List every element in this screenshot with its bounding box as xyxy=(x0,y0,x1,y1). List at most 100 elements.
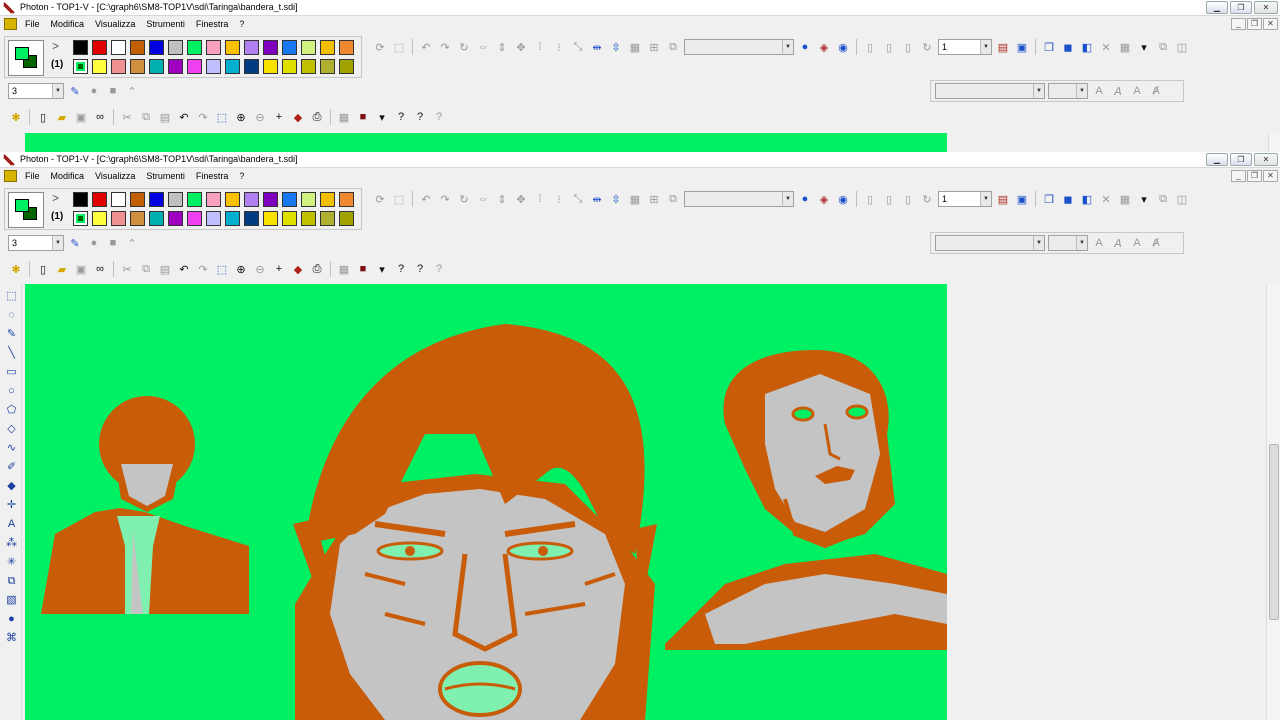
undo-arc-icon[interactable]: ↶ xyxy=(418,191,434,207)
stretch-h-icon[interactable]: ⇹ xyxy=(589,191,605,207)
color-swatch[interactable] xyxy=(168,192,183,207)
help-icon[interactable]: ? xyxy=(393,109,409,125)
menu-modifica[interactable]: Modifica xyxy=(51,19,85,29)
zoom-in-icon[interactable]: ⊕ xyxy=(233,109,249,125)
title-bar[interactable]: Photon - TOP1-V - [C:\graph6\SM8-TOP1V\s… xyxy=(0,152,1280,168)
color-swatch[interactable] xyxy=(263,192,278,207)
color-swatch[interactable] xyxy=(92,211,107,226)
doc-restore-button[interactable]: ❐ xyxy=(1247,18,1262,30)
line-width-select[interactable]: 3 ▼ xyxy=(8,235,64,251)
color-dropdown-icon[interactable]: ▾ xyxy=(374,261,390,277)
undo-icon[interactable]: ↶ xyxy=(176,109,192,125)
scrollbar-thumb[interactable] xyxy=(1269,444,1279,620)
rotate-free-icon[interactable]: ⟳ xyxy=(372,191,388,207)
color-swatch[interactable] xyxy=(225,59,240,74)
menu-help[interactable]: ? xyxy=(239,171,244,181)
doc-minimize-button[interactable]: _ xyxy=(1231,18,1246,30)
redo-icon[interactable]: ↷ xyxy=(195,109,211,125)
color-swatch[interactable] xyxy=(263,59,278,74)
current-colors[interactable] xyxy=(8,192,44,228)
open-folder-icon[interactable]: ▰ xyxy=(54,261,70,277)
color-swatch[interactable] xyxy=(244,59,259,74)
flip-horizontal-icon[interactable]: ⇔ xyxy=(475,39,491,55)
tile-icon[interactable]: ▦ xyxy=(627,39,643,55)
select-all-icon[interactable]: ⬚ xyxy=(214,109,230,125)
color-swatch[interactable] xyxy=(168,40,183,55)
stretch-h-icon[interactable]: ⇹ xyxy=(589,39,605,55)
page-new-icon[interactable]: ▯ xyxy=(862,191,878,207)
title-bar[interactable]: Photon - TOP1-V - [C:\graph6\SM8-TOP1V\s… xyxy=(0,0,1280,16)
color-swatch[interactable] xyxy=(73,192,88,207)
warp-icon[interactable]: ⌘ xyxy=(5,630,19,646)
color-swatch[interactable] xyxy=(244,211,259,226)
crosshair-icon[interactable]: + xyxy=(271,109,287,125)
line-icon[interactable]: ╲ xyxy=(5,345,19,361)
grid-dropdown-icon[interactable]: ▾ xyxy=(1136,39,1152,55)
doc-minimize-button[interactable]: _ xyxy=(1231,170,1246,182)
sparkle-icon[interactable]: ✳ xyxy=(5,554,19,570)
color-swatch[interactable] xyxy=(130,211,145,226)
font-bold-icon[interactable]: A xyxy=(1091,235,1107,251)
arrange-icon[interactable]: ◧ xyxy=(1079,39,1095,55)
font-outline-icon[interactable]: A xyxy=(1129,235,1145,251)
color-swatch[interactable] xyxy=(244,40,259,55)
color-swatch[interactable] xyxy=(130,59,145,74)
new-file-icon[interactable]: ▯ xyxy=(35,109,51,125)
color-swatch[interactable] xyxy=(320,40,335,55)
cut-icon[interactable]: ✂ xyxy=(119,261,135,277)
help-icon[interactable]: ? xyxy=(393,261,409,277)
polygon-icon[interactable]: ⬠ xyxy=(5,402,19,418)
color-wheel-icon[interactable]: ◉ xyxy=(835,39,851,55)
color-swatch[interactable] xyxy=(168,211,183,226)
foreground-color-swatch[interactable] xyxy=(15,47,29,60)
font-size-select[interactable]: ▼ xyxy=(1048,83,1088,99)
copy-layer-icon[interactable]: ⧉ xyxy=(665,39,681,55)
color-swatch[interactable] xyxy=(206,59,221,74)
color-swatch[interactable] xyxy=(206,211,221,226)
print-icon[interactable]: ⎙ xyxy=(309,109,325,125)
globe-icon[interactable]: ● xyxy=(797,191,813,207)
marquee-icon[interactable]: ⬚ xyxy=(5,288,19,304)
color-swatch[interactable] xyxy=(149,59,164,74)
color-swatch[interactable] xyxy=(282,211,297,226)
minimize-button[interactable]: ▁ xyxy=(1206,1,1228,14)
grid-b-icon[interactable]: ⁝ xyxy=(551,191,567,207)
rectangle-icon[interactable]: ▭ xyxy=(5,364,19,380)
context-help-icon[interactable]: ? xyxy=(412,109,428,125)
color-swatch[interactable] xyxy=(111,40,126,55)
flip-horizontal-icon[interactable]: ⇔ xyxy=(475,191,491,207)
grid-toggle-icon[interactable]: ▦ xyxy=(336,261,352,277)
background-window[interactable]: Photon - TOP1-V - [C:\graph6\SM8-TOP1V\s… xyxy=(0,0,1280,152)
effect-select[interactable]: ▼ xyxy=(684,39,794,55)
ellipse-icon[interactable]: ○ xyxy=(5,383,19,399)
resize-icon[interactable]: ⤡ xyxy=(570,39,586,55)
copy-layer-icon[interactable]: ⧉ xyxy=(665,191,681,207)
grid-b-icon[interactable]: ⁝ xyxy=(551,39,567,55)
active-window[interactable]: Photon - TOP1-V - [C:\graph6\SM8-TOP1V\s… xyxy=(0,152,1280,720)
diamond-icon[interactable]: ◇ xyxy=(5,421,19,437)
redo-arc-icon[interactable]: ↷ xyxy=(437,39,453,55)
lasso-icon[interactable]: ◌ xyxy=(5,307,19,323)
page-copy-icon[interactable]: ▯ xyxy=(881,39,897,55)
merge-icon[interactable]: ⊞ xyxy=(646,191,662,207)
color-swatch[interactable] xyxy=(111,211,126,226)
about-icon[interactable]: ? xyxy=(431,261,447,277)
color-fill-icon[interactable]: ■ xyxy=(355,109,371,125)
wizard-icon[interactable]: ✱ xyxy=(8,109,24,125)
window-list-icon[interactable]: ⧉ xyxy=(1155,39,1171,55)
doc-restore-button[interactable]: ❐ xyxy=(1247,170,1262,182)
tile-windows-icon[interactable]: ◼ xyxy=(1060,39,1076,55)
menu-visualizza[interactable]: Visualizza xyxy=(95,19,135,29)
split-icon[interactable]: ◫ xyxy=(1174,39,1190,55)
color-fill-icon[interactable]: ■ xyxy=(355,261,371,277)
font-italic-icon[interactable]: 𝘈 xyxy=(1110,235,1126,251)
line-width-select[interactable]: 3 ▼ xyxy=(8,83,64,99)
context-help-icon[interactable]: ? xyxy=(412,261,428,277)
pen-icon[interactable]: ✎ xyxy=(67,235,83,251)
color-swatch[interactable] xyxy=(73,59,88,74)
menu-strumenti[interactable]: Strumenti xyxy=(146,19,185,29)
color-swatch[interactable] xyxy=(73,211,88,226)
arrange-icon[interactable]: ◧ xyxy=(1079,191,1095,207)
zoom-select[interactable]: 1 ▼ xyxy=(938,39,992,55)
document-icon[interactable] xyxy=(4,170,17,182)
